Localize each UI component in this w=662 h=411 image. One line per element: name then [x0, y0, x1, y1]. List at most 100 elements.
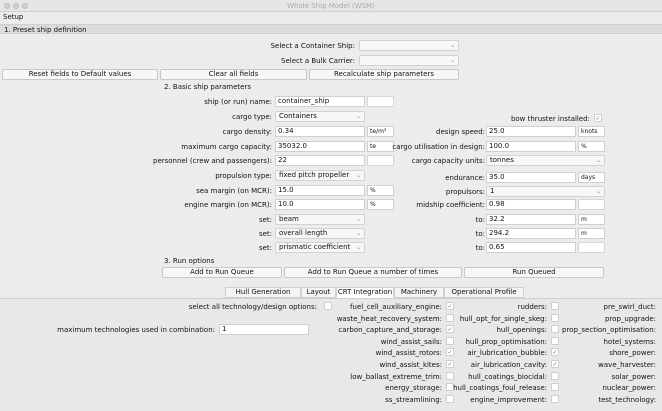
endurance-input[interactable]: 35.0: [486, 172, 576, 183]
max-technologies-input[interactable]: 1: [219, 324, 309, 335]
max-cargo-input[interactable]: 35032.0: [275, 141, 365, 152]
crt-option-checkbox[interactable]: ✓: [446, 325, 454, 334]
crt-option-label: hull_openings:: [496, 326, 547, 335]
crt-option-checkbox[interactable]: [551, 336, 559, 345]
cargo-type-value: Containers: [279, 112, 317, 120]
design-speed-unit: knots: [578, 126, 605, 137]
recalculate-button[interactable]: Recalculate ship parameters: [309, 69, 459, 80]
select-all-checkbox[interactable]: [324, 302, 332, 310]
crt-option-checkbox[interactable]: ✓: [446, 302, 454, 310]
midship-input[interactable]: 0.98: [486, 199, 576, 210]
crt-option-checkbox[interactable]: [446, 371, 454, 380]
run-queued-button[interactable]: Run Queued: [464, 267, 604, 278]
engine-margin-input[interactable]: 10.0: [275, 199, 365, 210]
crt-option-checkbox[interactable]: ✓: [446, 348, 454, 357]
tab-machinery[interactable]: Machinery: [394, 287, 444, 298]
crt-option-checkbox[interactable]: [446, 313, 454, 322]
crt-option-label: waste_heat_recovery_system:: [336, 314, 442, 323]
clear-fields-button[interactable]: Clear all fields: [160, 69, 307, 80]
set-select-1[interactable]: beam ⌄: [275, 214, 365, 225]
menu-setup[interactable]: Setup: [3, 13, 23, 23]
cargo-density-unit: te/m³: [367, 126, 394, 137]
personnel-label: personnel (crew and passengers):: [153, 157, 272, 165]
set-value-2: overall length: [279, 229, 328, 237]
crt-option-label: low_ballast_extreme_trim:: [350, 372, 442, 381]
window-title: Whole Ship Model (WSM): [287, 2, 375, 10]
cargo-density-label: cargo density:: [222, 128, 272, 136]
set-select-3[interactable]: prismatic coefficient ⌄: [275, 242, 365, 253]
tab-crt-integration[interactable]: CRT Integration: [336, 287, 394, 298]
tab-operational-profile[interactable]: Operational Profile: [444, 287, 524, 298]
engine-margin-unit: %: [367, 199, 394, 210]
crt-option-checkbox[interactable]: [551, 371, 559, 380]
to-unit-1: m: [578, 214, 605, 225]
crt-option-label: carbon_capture_and_storage:: [338, 326, 442, 335]
crt-option-label: pre_swirl_duct:: [603, 303, 656, 311]
crt-option-label: solar_power:: [611, 372, 656, 381]
max-cargo-label: maximum cargo capacity:: [181, 143, 272, 151]
chevron-down-icon: ⌄: [449, 57, 455, 64]
ship-name-input[interactable]: container_ship: [275, 96, 365, 107]
endurance-unit: days: [578, 172, 605, 183]
crt-option-label: wave_harvester:: [598, 361, 656, 369]
max-cargo-unit: te: [367, 141, 394, 152]
bow-thruster-label: bow thruster installed:: [510, 115, 590, 123]
chevron-down-icon: ⌄: [355, 172, 361, 179]
cargo-utilisation-unit: %: [578, 141, 605, 152]
capacity-units-select[interactable]: tonnes ⌄: [486, 155, 605, 166]
bow-thruster-checkbox[interactable]: ✓: [594, 114, 602, 122]
crt-option-checkbox[interactable]: [446, 336, 454, 345]
crt-option-label: test_technology:: [598, 395, 656, 404]
propulsion-type-select[interactable]: fixed pitch propeller ⌄: [275, 170, 365, 181]
personnel-input[interactable]: 22: [275, 155, 365, 166]
crt-option-checkbox[interactable]: ✓: [551, 360, 559, 368]
crt-option-label: nuclear_power:: [602, 384, 656, 393]
to-input-3[interactable]: 0.65: [486, 242, 576, 253]
chevron-down-icon: ⌄: [355, 244, 361, 251]
tab-layout[interactable]: Layout: [301, 287, 336, 298]
bulk-carrier-label: Select a Bulk Carrier:: [281, 57, 355, 65]
set-label-2: set:: [258, 230, 272, 238]
capacity-units-label: cargo capacity units:: [411, 157, 485, 165]
design-speed-input[interactable]: 25.0: [486, 126, 576, 137]
max-technologies-label: maximum technologies used in combination…: [57, 326, 215, 334]
reset-defaults-button[interactable]: Reset fields to Default values: [2, 69, 158, 80]
crt-option-checkbox[interactable]: [551, 325, 559, 334]
propulsors-select[interactable]: 1 ⌄: [486, 186, 605, 197]
crt-option-checkbox[interactable]: ✓: [446, 360, 454, 368]
engine-margin-label: engine margin (on MCR):: [184, 201, 272, 209]
tab-hull-generation[interactable]: Hull Generation: [225, 287, 301, 298]
ship-name-extra: [367, 96, 394, 107]
crt-option-checkbox[interactable]: ✓: [551, 348, 559, 357]
cargo-density-input[interactable]: 0.34: [275, 126, 365, 137]
to-label-2: to:: [475, 230, 485, 238]
add-to-run-queue-button[interactable]: Add to Run Queue: [162, 267, 282, 278]
container-ship-select[interactable]: ⌄: [359, 40, 459, 51]
cargo-type-label: cargo type:: [232, 113, 272, 121]
crt-option-label: wind_assist_rotors:: [375, 349, 442, 358]
crt-option-checkbox[interactable]: [551, 313, 559, 322]
ship-name-label: ship (or run) name:: [204, 98, 272, 106]
to-input-1[interactable]: 32.2: [486, 214, 576, 225]
cargo-utilisation-input[interactable]: 100.0: [486, 141, 576, 152]
set-select-2[interactable]: overall length ⌄: [275, 228, 365, 239]
crt-option-checkbox[interactable]: [551, 302, 559, 310]
set-label-3: set:: [258, 244, 272, 252]
add-to-run-queue-n-times-button[interactable]: Add to Run Queue a number of times: [284, 267, 462, 278]
chevron-down-icon: ⌄: [595, 188, 601, 195]
sea-margin-input[interactable]: 15.0: [275, 185, 365, 196]
personnel-extra: [367, 155, 394, 166]
bulk-carrier-select[interactable]: ⌄: [359, 55, 459, 66]
crt-option-label: wind_assist_kites:: [379, 361, 442, 369]
to-unit-2: m: [578, 228, 605, 239]
crt-option-label: air_lubrication_cavity:: [470, 361, 547, 369]
crt-option-label: prop_upgrade:: [605, 314, 656, 323]
crt-option-checkbox[interactable]: [551, 383, 559, 392]
section-1-title: 1. Preset ship definition: [4, 26, 87, 34]
design-speed-label: design speed:: [436, 128, 485, 136]
crt-option-checkbox[interactable]: [551, 394, 559, 403]
cargo-type-select[interactable]: Containers ⌄: [275, 111, 365, 122]
crt-option-label: engine_improvement:: [470, 395, 547, 404]
to-input-2[interactable]: 294.2: [486, 228, 576, 239]
crt-option-checkbox[interactable]: [446, 394, 454, 403]
